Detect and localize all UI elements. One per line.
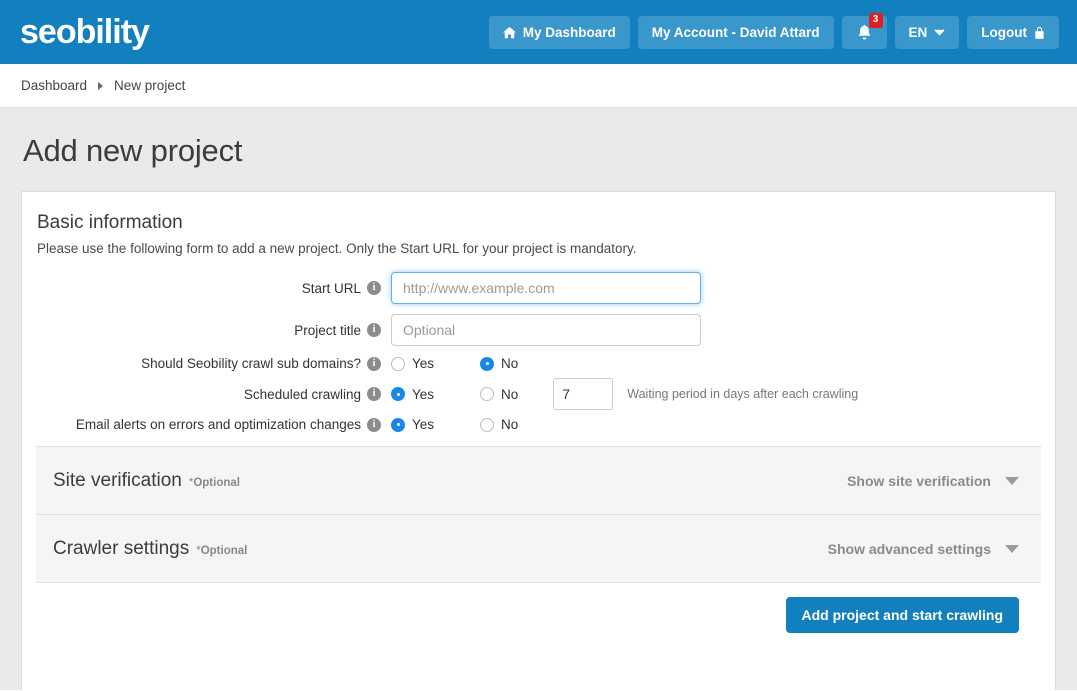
breadcrumb-item-new-project: New project [114, 78, 185, 93]
basic-information-heading: Basic information [36, 212, 1041, 234]
sub-domains-yes-label: Yes [412, 356, 434, 371]
chevron-down-icon [1005, 477, 1019, 485]
radio-dot-unselected [480, 387, 494, 401]
project-title-field-cell [391, 314, 701, 346]
form-row-start-url: Start URL i [36, 272, 1041, 304]
notifications-button[interactable]: 3 [842, 16, 887, 49]
radio-dot-selected [391, 387, 405, 401]
waiting-period-days-input[interactable] [553, 378, 613, 410]
notification-badge: 3 [869, 13, 883, 28]
start-url-input[interactable] [391, 272, 701, 304]
panel-content: Basic information Please use the followi… [22, 192, 1055, 651]
optional-label: Optional [201, 545, 248, 557]
page-title: Add new project [21, 108, 1056, 191]
email-alerts-radio-yes[interactable]: Yes [391, 417, 480, 432]
language-label: EN [909, 25, 928, 40]
email-alerts-label-cell: Email alerts on errors and optimization … [36, 417, 391, 432]
email-alerts-radio-no[interactable]: No [480, 417, 518, 432]
my-dashboard-label: My Dashboard [523, 25, 616, 40]
crawler-settings-toggle[interactable]: Show advanced settings [828, 541, 1019, 557]
info-icon[interactable]: i [367, 357, 381, 371]
breadcrumb: Dashboard New project [0, 64, 1077, 108]
form-row-scheduled-crawling: Scheduled crawling i Yes No [36, 378, 1041, 410]
chevron-down-icon [934, 29, 945, 36]
lock-icon [1034, 26, 1045, 39]
sub-domains-label: Should Seobility crawl sub domains? [141, 356, 361, 371]
home-icon [503, 26, 516, 39]
sub-domains-no-label: No [501, 356, 518, 371]
project-title-label: Project title [294, 323, 361, 338]
sub-domains-field-cell: Yes No [391, 356, 518, 371]
start-url-label-cell: Start URL i [36, 281, 391, 296]
my-account-label: My Account - David Attard [652, 25, 820, 40]
email-alerts-radio-group: Yes No [391, 417, 518, 432]
my-account-button[interactable]: My Account - David Attard [638, 16, 834, 49]
breadcrumb-item-dashboard[interactable]: Dashboard [21, 78, 87, 93]
submit-area: Add project and start crawling [36, 582, 1041, 651]
project-title-input[interactable] [391, 314, 701, 346]
scheduled-crawling-label: Scheduled crawling [244, 387, 361, 402]
sub-domains-label-cell: Should Seobility crawl sub domains? i [36, 356, 391, 371]
site-verification-title-group: Site verification *Optional [53, 470, 240, 492]
sub-domains-radio-yes[interactable]: Yes [391, 356, 480, 371]
add-project-panel: Basic information Please use the followi… [21, 191, 1056, 690]
crawler-settings-toggle-label: Show advanced settings [828, 541, 991, 557]
add-project-and-start-crawling-button[interactable]: Add project and start crawling [786, 597, 1019, 633]
email-alerts-field-cell: Yes No [391, 417, 518, 432]
email-alerts-no-label: No [501, 417, 518, 432]
logout-button[interactable]: Logout [967, 16, 1059, 49]
page-body: Add new project Basic information Please… [0, 108, 1077, 690]
section-site-verification[interactable]: Site verification *Optional Show site ve… [36, 446, 1041, 514]
basic-information-description: Please use the following form to add a n… [36, 241, 1041, 256]
seobility-logo[interactable]: seobility [20, 15, 149, 49]
scheduled-crawling-radio-yes[interactable]: Yes [391, 387, 480, 402]
info-icon[interactable]: i [367, 323, 381, 337]
info-icon[interactable]: i [367, 387, 381, 401]
site-verification-toggle[interactable]: Show site verification [847, 473, 1019, 489]
form-row-email-alerts: Email alerts on errors and optimization … [36, 417, 1041, 432]
top-header-bar: seobility My Dashboard My Account - Davi… [0, 0, 1077, 64]
start-url-label: Start URL [302, 281, 361, 296]
crawler-settings-title-group: Crawler settings *Optional [53, 538, 247, 560]
start-url-field-cell [391, 272, 701, 304]
scheduled-crawling-label-cell: Scheduled crawling i [36, 387, 391, 402]
language-selector-button[interactable]: EN [895, 16, 960, 49]
header-nav: My Dashboard My Account - David Attard 3… [489, 16, 1059, 49]
logout-label: Logout [981, 25, 1027, 40]
chevron-down-icon [1005, 545, 1019, 553]
site-verification-optional: *Optional [189, 477, 240, 489]
breadcrumb-separator-icon [98, 82, 103, 90]
sub-domains-radio-group: Yes No [391, 356, 518, 371]
crawler-settings-optional: *Optional [196, 545, 247, 557]
radio-dot-selected [480, 357, 494, 371]
project-title-label-cell: Project title i [36, 323, 391, 338]
info-icon[interactable]: i [367, 281, 381, 295]
email-alerts-yes-label: Yes [412, 417, 434, 432]
email-alerts-label: Email alerts on errors and optimization … [76, 417, 361, 432]
radio-dot-unselected [391, 357, 405, 371]
radio-dot-selected [391, 418, 405, 432]
crawler-settings-title: Crawler settings [53, 538, 189, 560]
scheduled-crawling-radio-group: Yes No [391, 387, 518, 402]
form-row-project-title: Project title i [36, 314, 1041, 346]
radio-dot-unselected [480, 418, 494, 432]
form-row-sub-domains: Should Seobility crawl sub domains? i Ye… [36, 356, 1041, 371]
waiting-period-hint: Waiting period in days after each crawli… [627, 387, 858, 401]
info-icon[interactable]: i [367, 418, 381, 432]
scheduled-crawling-field-cell: Yes No Waiting period in days after each… [391, 378, 858, 410]
section-crawler-settings[interactable]: Crawler settings *Optional Show advanced… [36, 514, 1041, 582]
scheduled-crawling-no-label: No [501, 387, 518, 402]
site-verification-title: Site verification [53, 470, 182, 492]
scheduled-crawling-radio-no[interactable]: No [480, 387, 518, 402]
scheduled-crawling-yes-label: Yes [412, 387, 434, 402]
site-verification-toggle-label: Show site verification [847, 473, 991, 489]
my-dashboard-button[interactable]: My Dashboard [489, 16, 630, 49]
sub-domains-radio-no[interactable]: No [480, 356, 518, 371]
collapsible-sections: Site verification *Optional Show site ve… [36, 446, 1041, 582]
optional-label: Optional [193, 477, 240, 489]
